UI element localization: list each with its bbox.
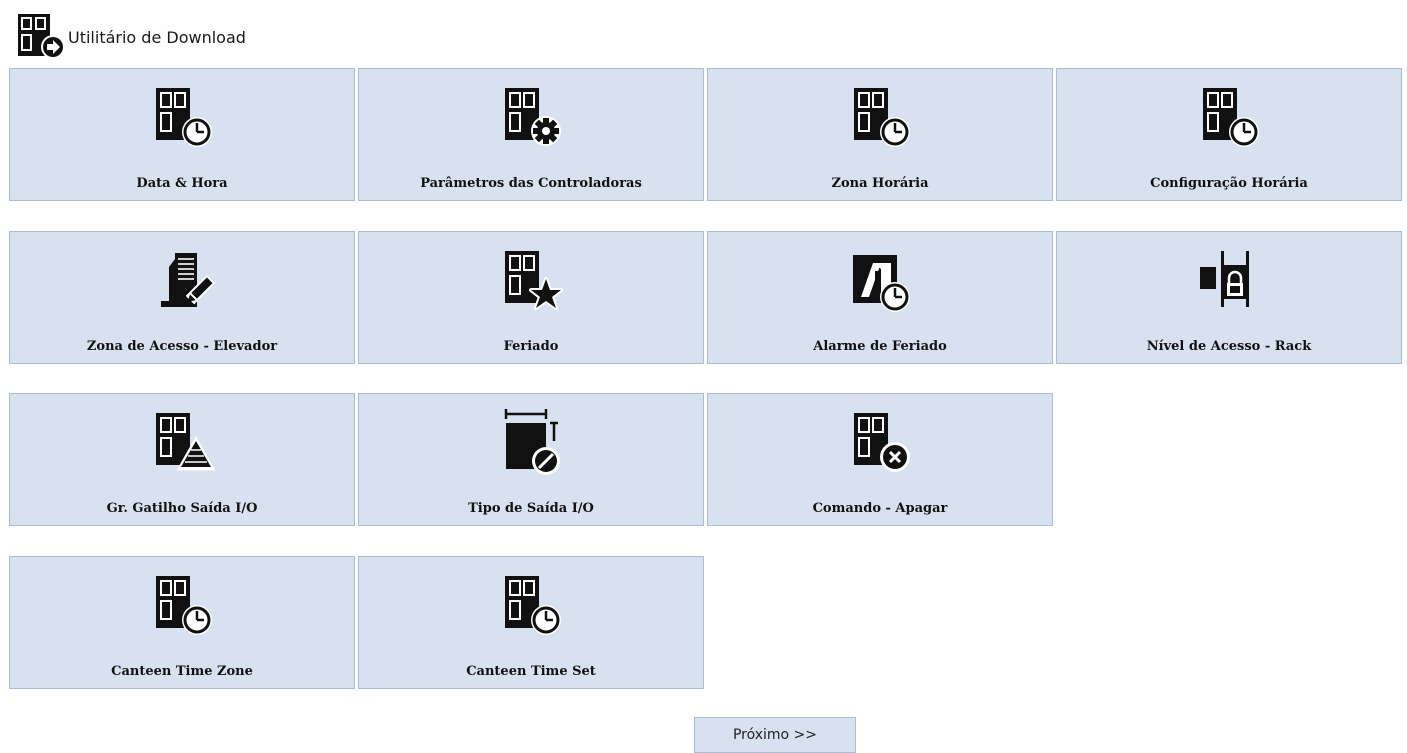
tile-label: Zona Horária [831,176,929,191]
next-button[interactable]: Próximo >> [694,717,856,753]
door-clock-icon [496,570,566,640]
download-utility-icon [16,12,66,60]
output-type-icon [496,407,566,477]
tile-label: Comando - Apagar [812,501,948,516]
tile-label: Configuração Horária [1150,176,1308,191]
tile-label: Canteen Time Zone [111,664,253,679]
tile-comando-apagar[interactable]: Comando - Apagar [707,393,1053,526]
tile-canteen-time-zone[interactable]: Canteen Time Zone [9,556,355,689]
page-title: Utilitário de Download [68,27,246,47]
tile-label: Feriado [503,339,559,354]
page-header: Utilitário de Download [16,12,246,60]
tile-label: Data & Hora [136,176,228,191]
tile-gr-gatilho-saida[interactable]: Gr. Gatilho Saída I/O [9,393,355,526]
tile-label: Canteen Time Set [466,664,596,679]
tile-canteen-time-set[interactable]: Canteen Time Set [358,556,704,689]
tile-feriado[interactable]: Feriado [358,231,704,364]
door-clock-icon [147,82,217,152]
tile-zona-horaria[interactable]: Zona Horária [707,68,1053,201]
door-pyramid-icon [147,407,217,477]
door-delete-icon [845,407,915,477]
alarm-clock-icon [845,245,915,315]
tile-label: Tipo de Saída I/O [468,501,594,516]
door-clock-icon [147,570,217,640]
building-pencil-icon [147,245,217,315]
tile-label: Nível de Acesso - Rack [1146,339,1312,354]
door-star-icon [496,245,566,315]
tile-configuracao-horaria[interactable]: Configuração Horária [1056,68,1402,201]
door-clock-icon [845,82,915,152]
tile-data-hora[interactable]: Data & Hora [9,68,355,201]
tile-alarme-feriado[interactable]: Alarme de Feriado [707,231,1053,364]
tile-label: Parâmetros das Controladoras [420,176,642,191]
rack-lock-icon [1194,245,1264,315]
tile-zona-acesso-elevador[interactable]: Zona de Acesso - Elevador [9,231,355,364]
door-gear-icon [496,82,566,152]
tile-label: Gr. Gatilho Saída I/O [106,501,258,516]
tile-parametros-controladoras[interactable]: Parâmetros das Controladoras [358,68,704,201]
door-clock-icon [1194,82,1264,152]
tile-nivel-acesso-rack[interactable]: Nível de Acesso - Rack [1056,231,1402,364]
tile-label: Zona de Acesso - Elevador [86,339,278,354]
tile-label: Alarme de Feriado [813,339,947,354]
tile-tipo-saida[interactable]: Tipo de Saída I/O [358,393,704,526]
